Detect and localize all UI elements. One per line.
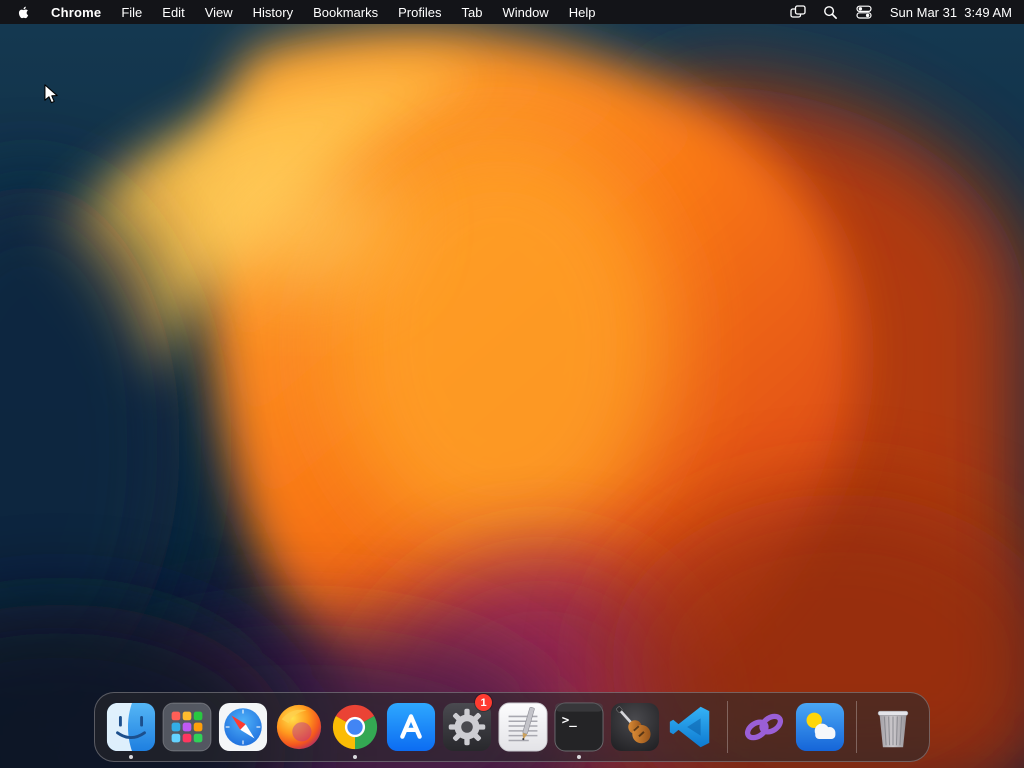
dock-item-finder[interactable] bbox=[103, 693, 159, 761]
trash-icon bbox=[877, 710, 909, 748]
menubar-clock[interactable]: Sun Mar 31 3:49 AM bbox=[884, 5, 1012, 20]
terminal-prompt-glyph: >_ bbox=[562, 712, 578, 728]
weather-icon bbox=[795, 702, 845, 752]
menu-item-profiles[interactable]: Profiles bbox=[388, 0, 451, 24]
firefox-icon bbox=[276, 704, 322, 750]
menu-item-history[interactable]: History bbox=[243, 0, 303, 24]
active-app-name[interactable]: Chrome bbox=[41, 5, 111, 20]
desktop[interactable] bbox=[0, 24, 1024, 768]
dock-item-vscode[interactable] bbox=[663, 693, 719, 761]
dock-item-visual-studio[interactable] bbox=[736, 693, 792, 761]
dock-item-launchpad[interactable] bbox=[159, 693, 215, 761]
menu-bar: Chrome File Edit View History Bookmarks … bbox=[0, 0, 1024, 24]
vscode-icon bbox=[669, 706, 710, 748]
running-indicator bbox=[129, 755, 133, 759]
windows-stack-icon[interactable] bbox=[785, 0, 811, 24]
control-center-icon[interactable] bbox=[851, 0, 877, 24]
safari-icon bbox=[218, 702, 268, 752]
dock-item-safari[interactable] bbox=[215, 693, 271, 761]
dock-separator bbox=[856, 701, 857, 753]
dock-item-terminal[interactable]: >_ bbox=[551, 693, 607, 761]
app-store-icon bbox=[386, 702, 436, 752]
menu-item-file[interactable]: File bbox=[111, 0, 152, 24]
apple-menu[interactable] bbox=[0, 0, 41, 24]
dock: 1 >_ bbox=[94, 692, 930, 762]
spotlight-search-icon[interactable] bbox=[818, 0, 844, 24]
dock-item-trash[interactable] bbox=[865, 693, 921, 761]
dock-item-firefox[interactable] bbox=[271, 693, 327, 761]
menu-item-edit[interactable]: Edit bbox=[152, 0, 194, 24]
dock-item-chrome[interactable] bbox=[327, 693, 383, 761]
dock-item-textedit[interactable] bbox=[495, 693, 551, 761]
dock-separator bbox=[727, 701, 728, 753]
menu-item-window[interactable]: Window bbox=[492, 0, 558, 24]
apple-logo-icon bbox=[18, 6, 29, 18]
menu-item-bookmarks[interactable]: Bookmarks bbox=[303, 0, 388, 24]
dock-item-garageband[interactable] bbox=[607, 693, 663, 761]
terminal-icon: >_ bbox=[554, 702, 604, 752]
launchpad-icon bbox=[162, 702, 212, 752]
running-indicator bbox=[577, 755, 581, 759]
notification-badge: 1 bbox=[475, 694, 492, 711]
menubar-status-area: Sun Mar 31 3:49 AM bbox=[785, 0, 1024, 24]
running-indicator bbox=[353, 755, 357, 759]
garageband-icon bbox=[610, 702, 660, 752]
dock-item-weather[interactable] bbox=[792, 693, 848, 761]
menu-item-view[interactable]: View bbox=[195, 0, 243, 24]
wallpaper-image bbox=[0, 24, 1024, 768]
menu-item-help[interactable]: Help bbox=[559, 0, 606, 24]
visual-studio-icon bbox=[744, 713, 784, 741]
menu-item-tab[interactable]: Tab bbox=[451, 0, 492, 24]
finder-icon bbox=[106, 702, 156, 752]
chrome-icon bbox=[332, 704, 378, 750]
dock-item-system-settings[interactable]: 1 bbox=[439, 693, 495, 761]
textedit-icon bbox=[498, 702, 548, 752]
dock-item-appstore[interactable] bbox=[383, 693, 439, 761]
